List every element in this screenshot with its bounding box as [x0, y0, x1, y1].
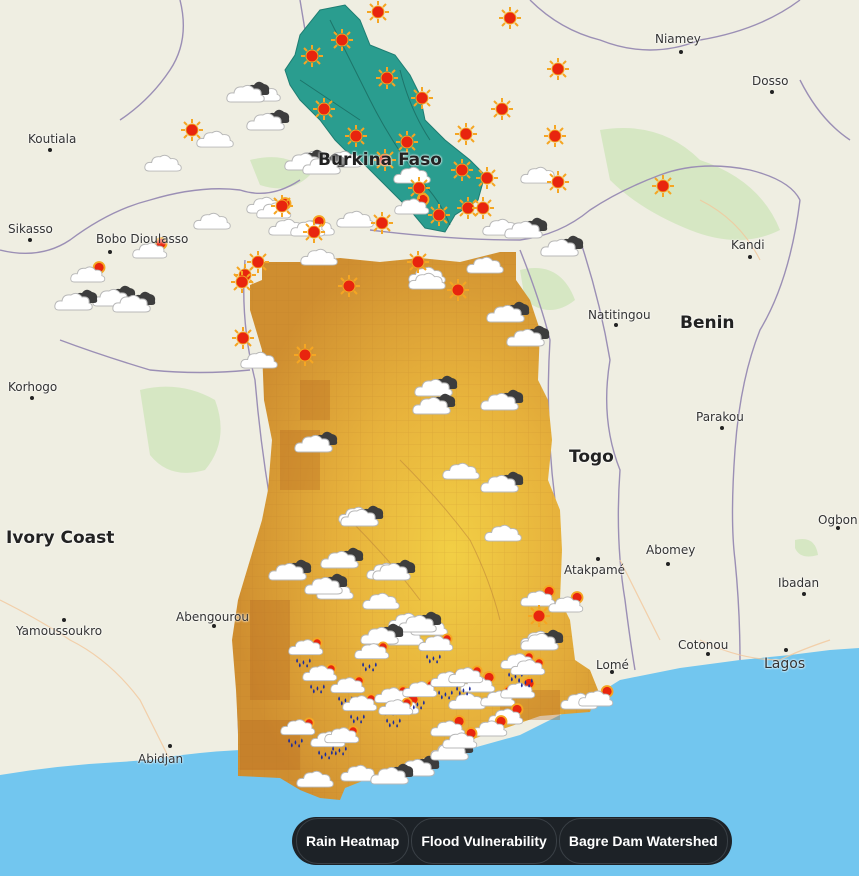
place-label-abengourou: Abengourou [176, 610, 249, 624]
sun-icon [450, 158, 474, 182]
sun-icon [337, 274, 361, 298]
sun-icon [344, 124, 368, 148]
sun-icon [527, 604, 551, 628]
sun-icon [270, 194, 294, 218]
place-label-ibadan: Ibadan [778, 576, 820, 590]
place-dot [802, 592, 806, 596]
sun-icon [546, 57, 570, 81]
place-label-ogbon: Ogbon [818, 513, 858, 527]
sun-icon [446, 278, 470, 302]
place-dot [720, 426, 724, 430]
sun-icon [180, 118, 204, 142]
sun-icon [370, 211, 394, 235]
place-dot [784, 648, 788, 652]
sun-icon [454, 122, 478, 146]
place-label-benin: Benin [680, 313, 735, 333]
place-dot [28, 238, 32, 242]
place-dot [596, 557, 600, 561]
sun-icon [231, 326, 255, 350]
place-label-cotonou: Cotonou [678, 638, 729, 652]
place-dot [610, 670, 614, 674]
place-dot [666, 562, 670, 566]
sun-icon [293, 343, 317, 367]
sun-icon [475, 166, 499, 190]
place-label-abidjan: Abidjan [138, 752, 184, 766]
place-label-natitingou: Natitingou [588, 308, 651, 322]
place-label-togo: Togo [569, 447, 614, 467]
place-label-niamey: Niamey [655, 32, 701, 46]
sun-icon [312, 97, 336, 121]
sun-icon [406, 250, 430, 274]
sun-icon [471, 196, 495, 220]
place-dot [748, 255, 752, 259]
flood-vulnerability-button[interactable]: Flood Vulnerability [411, 818, 557, 864]
sun-icon [302, 220, 326, 244]
place-label-atakpam-: Atakpamé [564, 563, 626, 577]
rain-heatmap-button[interactable]: Rain Heatmap [296, 818, 410, 864]
place-label-ivory-coast: Ivory Coast [6, 528, 115, 548]
sun-icon [651, 174, 675, 198]
sun-icon [300, 44, 324, 68]
place-label-parakou: Parakou [696, 410, 744, 424]
sun-icon [230, 270, 254, 294]
place-label-lagos: Lagos [764, 656, 806, 672]
map-canvas[interactable] [0, 0, 859, 876]
place-dot [30, 396, 34, 400]
place-dot [770, 90, 774, 94]
place-dot [108, 250, 112, 254]
place-dot [62, 618, 66, 622]
place-label-kandi: Kandi [731, 238, 765, 252]
bagre-watershed-button[interactable]: Bagre Dam Watershed [558, 818, 728, 864]
sun-icon [498, 6, 522, 30]
place-dot [836, 526, 840, 530]
sun-icon [543, 124, 567, 148]
sun-icon [427, 203, 451, 227]
place-label-sikasso: Sikasso [8, 222, 53, 236]
sun-icon [410, 86, 434, 110]
sun-icon [366, 0, 390, 24]
place-dot [212, 624, 216, 628]
place-dot [679, 50, 683, 54]
place-label-dosso: Dosso [752, 74, 789, 88]
sun-icon [546, 170, 570, 194]
layer-controls: Rain Heatmap Flood Vulnerability Bagre D… [292, 817, 732, 865]
sun-icon [375, 66, 399, 90]
place-label-burkina-faso: Burkina Faso [318, 150, 442, 170]
sun-icon [330, 28, 354, 52]
place-label-korhogo: Korhogo [8, 380, 58, 394]
place-dot [614, 323, 618, 327]
place-dot [706, 652, 710, 656]
place-dot [48, 148, 52, 152]
sun-icon [490, 97, 514, 121]
place-label-yamoussoukro: Yamoussoukro [16, 624, 103, 638]
place-label-abomey: Abomey [646, 543, 696, 557]
sun-icon [407, 176, 431, 200]
place-label-koutiala: Koutiala [28, 132, 77, 146]
place-label-bobo-dioulasso: Bobo Dioulasso [96, 232, 189, 246]
place-dot [168, 744, 172, 748]
